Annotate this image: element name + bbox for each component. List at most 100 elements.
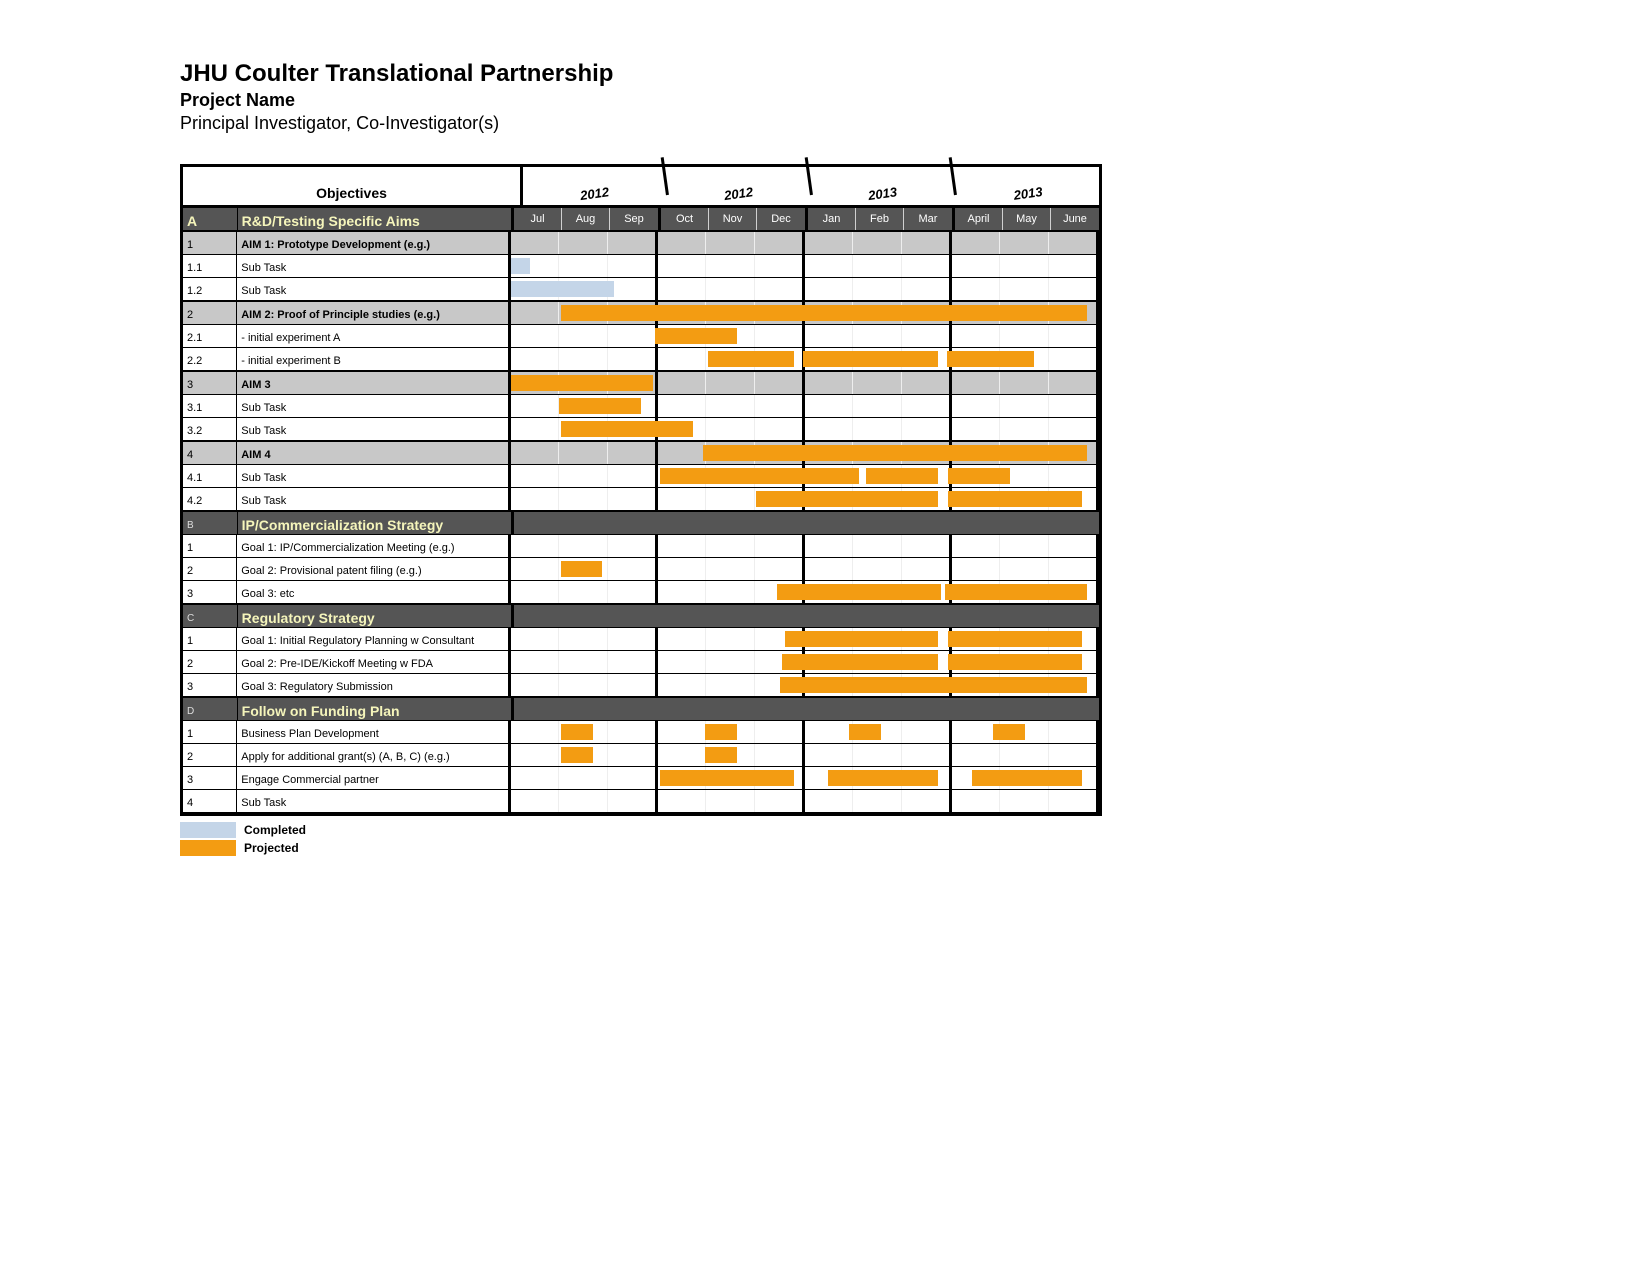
section-header: BIP/Commercialization Strategy	[183, 511, 1099, 535]
month-label: Sep	[610, 208, 658, 230]
gantt-row: 2Apply for additional grant(s) (A, B, C)…	[183, 744, 1099, 767]
gantt-row: 2.2 - initial experiment B	[183, 348, 1099, 371]
row-label: Goal 2: Pre-IDE/Kickoff Meeting w FDA	[237, 651, 511, 673]
gantt-row: 1Goal 1: Initial Regulatory Planning w C…	[183, 628, 1099, 651]
year-header-row: Objectives2012201220132013	[183, 167, 1099, 208]
investigators: Principal Investigator, Co-Investigator(…	[180, 113, 1650, 134]
year-label: 2012	[665, 157, 813, 215]
row-label: Goal 3: etc	[237, 581, 511, 603]
legend-label-projected: Projected	[244, 841, 299, 855]
section-title: R&D/Testing Specific Aims	[238, 208, 514, 230]
section-id: A	[183, 208, 238, 230]
section-id: C	[183, 605, 238, 627]
gantt-row: 1.1Sub Task	[183, 255, 1099, 278]
gantt-row: 3.1Sub Task	[183, 395, 1099, 418]
row-label: Goal 1: Initial Regulatory Planning w Co…	[237, 628, 511, 650]
row-label: Goal 3: Regulatory Submission	[237, 674, 511, 696]
gantt-row: 2.1 - initial experiment A	[183, 325, 1099, 348]
month-label: Nov	[709, 208, 757, 230]
row-id: 3.1	[183, 395, 237, 417]
gantt-row: 3Goal 3: etc	[183, 581, 1099, 604]
month-label: Mar	[904, 208, 952, 230]
gantt-row: 3AIM 3	[183, 371, 1099, 395]
section-title: Follow on Funding Plan	[238, 698, 514, 720]
row-id: 1.1	[183, 255, 237, 277]
gantt-row: 4.2Sub Task	[183, 488, 1099, 511]
gantt-row: 1AIM 1: Prototype Development (e.g.)	[183, 231, 1099, 255]
row-id: 1	[183, 628, 237, 650]
row-label: Sub Task	[237, 278, 511, 300]
row-label: Sub Task	[237, 790, 511, 812]
row-label: Goal 2: Provisional patent filing (e.g.)	[237, 558, 511, 580]
year-label: 2012	[521, 157, 669, 215]
year-label: 2013	[953, 157, 1101, 215]
legend-label-completed: Completed	[244, 823, 306, 837]
row-label: Sub Task	[237, 395, 511, 417]
month-label: Jan	[808, 208, 856, 230]
month-label: June	[1051, 208, 1099, 230]
gantt-row: 1Business Plan Development	[183, 721, 1099, 744]
row-label: Sub Task	[237, 255, 511, 277]
objectives-header: Objectives	[183, 167, 523, 205]
row-id: 3	[183, 581, 237, 603]
row-label: AIM 2: Proof of Principle studies (e.g.)	[237, 302, 511, 324]
row-id: 4.1	[183, 465, 237, 487]
row-label: Apply for additional grant(s) (A, B, C) …	[237, 744, 511, 766]
gantt-row: 4AIM 4	[183, 441, 1099, 465]
section-title: Regulatory Strategy	[238, 605, 514, 627]
legend-swatch-projected	[180, 840, 236, 856]
row-id: 4	[183, 442, 237, 464]
gantt-row: 1Goal 1: IP/Commercialization Meeting (e…	[183, 535, 1099, 558]
gantt-chart: Objectives2012201220132013AR&D/Testing S…	[180, 164, 1102, 816]
section-title: IP/Commercialization Strategy	[238, 512, 514, 534]
row-id: 3.2	[183, 418, 237, 440]
row-label: AIM 3	[237, 372, 511, 394]
section-header: DFollow on Funding Plan	[183, 697, 1099, 721]
row-id: 2	[183, 302, 237, 324]
row-label: Goal 1: IP/Commercialization Meeting (e.…	[237, 535, 511, 557]
row-id: 1	[183, 232, 237, 254]
gantt-row: 2Goal 2: Pre-IDE/Kickoff Meeting w FDA	[183, 651, 1099, 674]
row-id: 2.2	[183, 348, 237, 370]
row-label: Engage Commercial partner	[237, 767, 511, 789]
gantt-row: 4.1Sub Task	[183, 465, 1099, 488]
year-label: 2013	[809, 157, 957, 215]
main-title: JHU Coulter Translational Partnership	[180, 60, 1650, 88]
gantt-row: 3Engage Commercial partner	[183, 767, 1099, 790]
row-id: 1	[183, 535, 237, 557]
row-id: 3	[183, 767, 237, 789]
month-label: Aug	[562, 208, 610, 230]
row-id: 3	[183, 372, 237, 394]
row-label: - initial experiment A	[237, 325, 511, 347]
project-name: Project Name	[180, 90, 1650, 111]
row-label: Sub Task	[237, 488, 511, 510]
month-label: Jul	[514, 208, 562, 230]
month-label: Dec	[757, 208, 805, 230]
month-header-row: AR&D/Testing Specific AimsJulAugSepOctNo…	[183, 208, 1099, 231]
row-label: Sub Task	[237, 465, 511, 487]
row-id: 4	[183, 790, 237, 812]
gantt-row: 4Sub Task	[183, 790, 1099, 813]
gantt-row: 3.2Sub Task	[183, 418, 1099, 441]
gantt-row: 2AIM 2: Proof of Principle studies (e.g.…	[183, 301, 1099, 325]
section-id: D	[183, 698, 238, 720]
row-id: 2	[183, 744, 237, 766]
row-id: 2	[183, 651, 237, 673]
row-label: AIM 1: Prototype Development (e.g.)	[237, 232, 511, 254]
gantt-row: 2Goal 2: Provisional patent filing (e.g.…	[183, 558, 1099, 581]
gantt-row: 1.2Sub Task	[183, 278, 1099, 301]
legend-swatch-completed	[180, 822, 236, 838]
row-id: 4.2	[183, 488, 237, 510]
row-id: 1.2	[183, 278, 237, 300]
row-id: 3	[183, 674, 237, 696]
row-label: - initial experiment B	[237, 348, 511, 370]
section-header: CRegulatory Strategy	[183, 604, 1099, 628]
section-id: B	[183, 512, 238, 534]
gantt-row: 3Goal 3: Regulatory Submission	[183, 674, 1099, 697]
month-label: April	[955, 208, 1003, 230]
row-id: 1	[183, 721, 237, 743]
row-label: Business Plan Development	[237, 721, 511, 743]
legend: Completed Projected	[180, 822, 1650, 856]
row-id: 2	[183, 558, 237, 580]
month-label: Feb	[856, 208, 904, 230]
